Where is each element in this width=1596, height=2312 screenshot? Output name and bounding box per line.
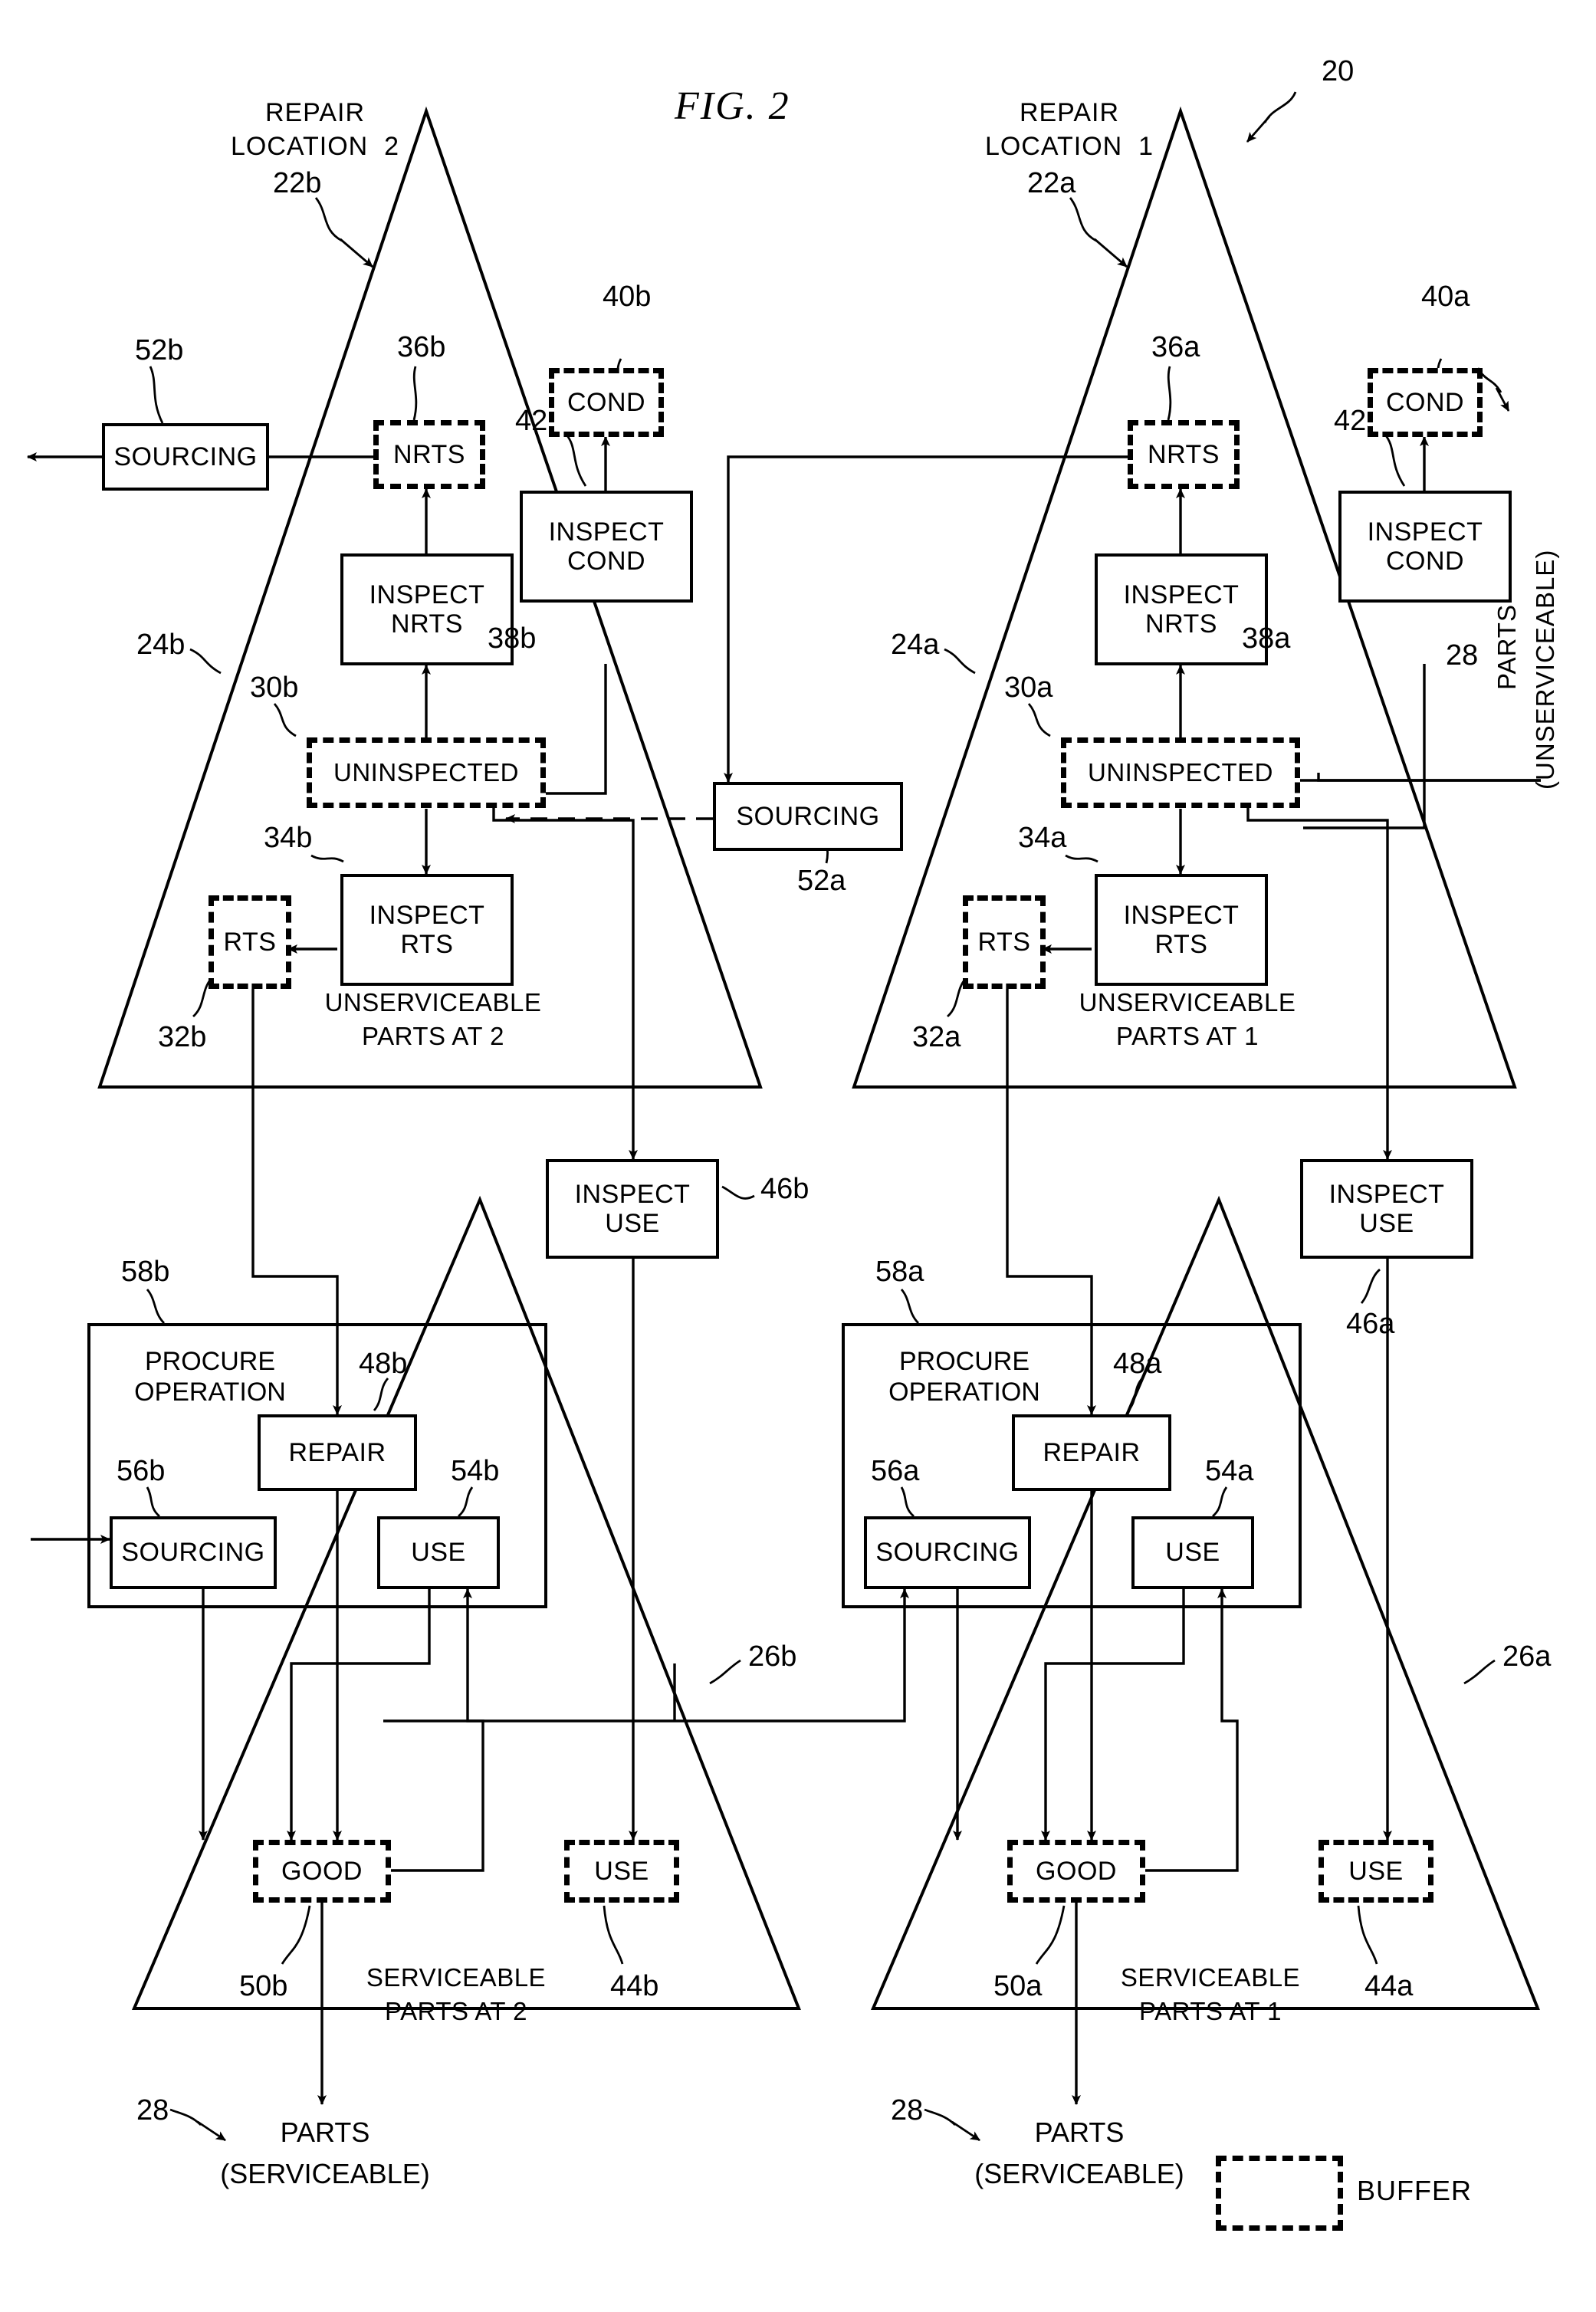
repair-location-2-ref: 22b xyxy=(273,167,322,199)
inspect-use-label-46b: INSPECT USE xyxy=(574,1179,691,1238)
parts-unserviceable-line2: (UNSERVICEABLE) xyxy=(1531,549,1559,790)
repair-label-48b: REPAIR xyxy=(288,1437,386,1467)
serviceable-parts-2-line1: SERVICEABLE xyxy=(366,1963,547,1992)
ref-40a: 40a xyxy=(1421,281,1470,313)
inspect-cond-label-42b: INSPECT COND xyxy=(548,517,665,576)
ref-50a: 50a xyxy=(993,1970,1043,2002)
ref-40b: 40b xyxy=(603,281,652,313)
sourcing-out-label-52b: SOURCING xyxy=(113,442,258,471)
nrts-buffer-label-36a: NRTS xyxy=(1148,439,1220,469)
use-procure-label-54b: USE xyxy=(411,1538,466,1568)
ref-44b: 44b xyxy=(610,1970,659,2002)
inspect-use-label-46a: INSPECT USE xyxy=(1328,1179,1445,1238)
repair-location-2-title-line2: LOCATION 2 xyxy=(230,132,400,161)
use-buffer-label-44b: USE xyxy=(594,1856,649,1886)
ref-32a: 32a xyxy=(912,1021,961,1053)
ref-52a: 52a xyxy=(797,865,846,897)
ref-58b: 58b xyxy=(121,1256,170,1288)
good-buffer-label-50a: GOOD xyxy=(1036,1856,1117,1886)
ref-36b: 36b xyxy=(397,331,446,363)
ref-30a: 30a xyxy=(1004,672,1053,704)
parts-serviceable-1-line2: (SERVICEABLE) xyxy=(974,2158,1184,2189)
repair-location-1-title-line1: REPAIR xyxy=(1019,98,1120,127)
ref-30b: 30b xyxy=(250,672,299,704)
diagram-line-art xyxy=(27,91,1541,2142)
rts-buffer-label-32b: RTS xyxy=(223,927,277,957)
ref-38b: 38b xyxy=(488,622,537,655)
procure-operation-label-58b: PROCURE OPERATION xyxy=(134,1347,286,1407)
sourcing-procure-label-56b: SOURCING xyxy=(121,1538,265,1568)
cond-buffer-label-40b: COND xyxy=(566,387,646,417)
repair-location-1-ref: 22a xyxy=(1027,167,1076,199)
ref-54b: 54b xyxy=(451,1455,500,1487)
inspect-rts-label-34a: INSPECT RTS xyxy=(1123,900,1240,959)
repair-label-48a: REPAIR xyxy=(1043,1437,1141,1467)
ref-48b: 48b xyxy=(359,1348,408,1380)
figure-title: FIG. 2 xyxy=(675,84,790,128)
ref-38a: 38a xyxy=(1242,622,1291,655)
ref-54a: 54a xyxy=(1205,1455,1254,1487)
ref-28-serviceable-1: 28 xyxy=(891,2094,924,2126)
good-buffer-label-50b: GOOD xyxy=(281,1856,363,1886)
repair-location-1-title-line2: LOCATION 1 xyxy=(984,132,1154,161)
ref-52b: 52b xyxy=(135,334,184,366)
procure-operation-label-58a: PROCURE OPERATION xyxy=(888,1347,1040,1407)
parts-serviceable-1-line1: PARTS xyxy=(1034,2117,1125,2148)
system-reference-numeral: 20 xyxy=(1322,55,1355,87)
ref-44a: 44a xyxy=(1364,1970,1414,2002)
sourcing-procure-label-56a: SOURCING xyxy=(875,1538,1020,1568)
ref-34a: 34a xyxy=(1018,822,1067,854)
use-buffer-label-44a: USE xyxy=(1348,1856,1404,1886)
ref-50b: 50b xyxy=(239,1970,288,2002)
inspect-rts-label-34b: INSPECT RTS xyxy=(369,900,485,959)
parts-serviceable-2-line1: PARTS xyxy=(280,2117,370,2148)
cond-buffer-label-40a: COND xyxy=(1385,387,1465,417)
legend-buffer-label: BUFFER xyxy=(1357,2175,1472,2206)
sourcing-center-label-52a: SOURCING xyxy=(736,801,880,831)
inspect-cond-label-42a: INSPECT COND xyxy=(1367,517,1483,576)
ref-24a: 24a xyxy=(891,629,940,661)
serviceable-parts-1-line2: PARTS AT 1 xyxy=(1139,1997,1282,2025)
ref-26b: 26b xyxy=(748,1640,797,1673)
ref-46a: 46a xyxy=(1346,1308,1395,1340)
unserviceable-parts-2-line2: PARTS AT 2 xyxy=(362,1022,504,1050)
rts-buffer-label-32a: RTS xyxy=(977,927,1031,957)
use-procure-label-54a: USE xyxy=(1165,1538,1220,1568)
ref-46b: 46b xyxy=(760,1173,809,1205)
ref-28-unserviceable: 28 xyxy=(1446,639,1479,672)
repair-location-2-title-line1: REPAIR xyxy=(264,98,366,127)
ref-56a: 56a xyxy=(871,1455,920,1487)
unserviceable-parts-2-line1: UNSERVICEABLE xyxy=(324,988,542,1016)
nrts-buffer-label-36b: NRTS xyxy=(393,439,465,469)
ref-34b: 34b xyxy=(264,822,313,854)
ref-56b: 56b xyxy=(117,1455,166,1487)
ref-24b: 24b xyxy=(136,629,186,661)
parts-unserviceable-line1: PARTS xyxy=(1493,604,1521,690)
unserviceable-parts-1-line2: PARTS AT 1 xyxy=(1116,1022,1259,1050)
ref-36a: 36a xyxy=(1151,331,1200,363)
ref-58a: 58a xyxy=(875,1256,924,1288)
patent-figure-canvas: FIG. 2 20 REPAIR LOCATION 2 22b REPAIR L… xyxy=(0,0,1596,2312)
serviceable-parts-2-line2: PARTS AT 2 xyxy=(385,1997,527,2025)
ref-32b: 32b xyxy=(158,1021,207,1053)
uninspected-buffer-label-30b: UNINSPECTED xyxy=(333,757,520,787)
unserviceable-parts-1-line1: UNSERVICEABLE xyxy=(1079,988,1296,1016)
ref-48a: 48a xyxy=(1113,1348,1162,1380)
ref-26a: 26a xyxy=(1502,1640,1552,1673)
legend-buffer-swatch xyxy=(1216,2156,1343,2231)
serviceable-parts-1-line1: SERVICEABLE xyxy=(1120,1963,1301,1992)
ref-28-serviceable-2: 28 xyxy=(136,2094,169,2126)
parts-serviceable-2-line2: (SERVICEABLE) xyxy=(220,2158,430,2189)
uninspected-buffer-label-30a: UNINSPECTED xyxy=(1087,757,1274,787)
